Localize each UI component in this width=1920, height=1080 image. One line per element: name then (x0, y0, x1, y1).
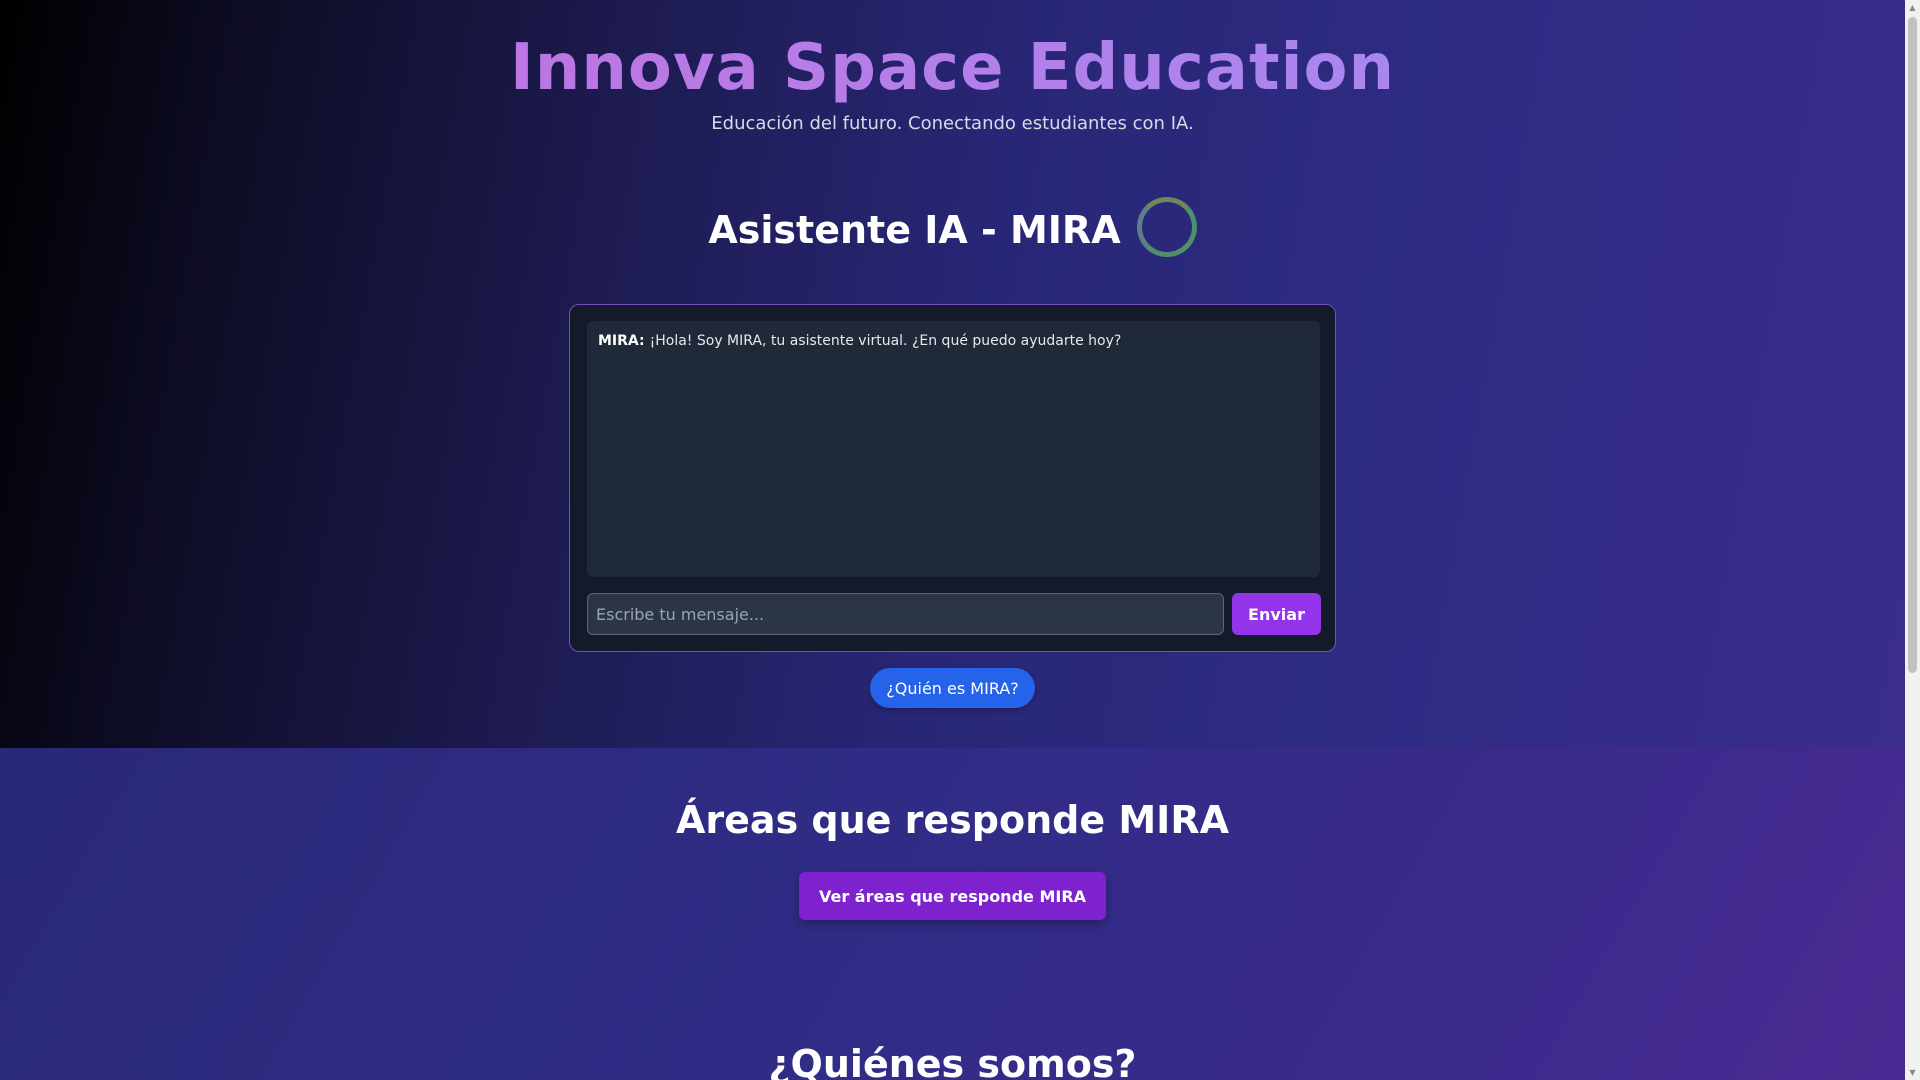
assistant-title: Asistente IA - MIRA (708, 208, 1121, 252)
vertical-scrollbar[interactable]: ▲ ▼ (1905, 0, 1920, 1080)
loading-ring-icon (1136, 197, 1197, 257)
page: Innova Space Education Educación del fut… (0, 0, 1905, 1080)
scrollbar-thumb[interactable] (1908, 17, 1917, 673)
assistant-heading: Asistente IA - MIRA (0, 197, 1905, 257)
chat-log[interactable]: MIRA: ¡Hola! Soy MIRA, tu asistente virtu… (587, 321, 1320, 577)
chat-message: MIRA: ¡Hola! Soy MIRA, tu asistente virtu… (598, 333, 1309, 349)
about-heading: ¿Quiénes somos? (768, 1042, 1137, 1080)
message-input[interactable] (587, 593, 1224, 635)
message-sender: MIRA: (598, 333, 645, 349)
who-is-mira-button[interactable]: ¿Quién es MIRA? (870, 668, 1035, 708)
send-button[interactable]: Enviar (1232, 593, 1321, 635)
scroll-down-arrow-icon[interactable]: ▼ (1905, 1065, 1920, 1080)
view-areas-button[interactable]: Ver áreas que responde MIRA (799, 872, 1106, 920)
tagline: Educación del futuro. Conectando estudia… (711, 113, 1194, 134)
areas-heading: Áreas que responde MIRA (676, 798, 1229, 842)
site-title: Innova Space Education (0, 30, 1905, 106)
scroll-up-arrow-icon[interactable]: ▲ (1905, 0, 1920, 15)
message-text: ¡Hola! Soy MIRA, tu asistente virtual. ¿… (649, 333, 1122, 349)
chat-card: MIRA: ¡Hola! Soy MIRA, tu asistente virtu… (569, 304, 1336, 652)
